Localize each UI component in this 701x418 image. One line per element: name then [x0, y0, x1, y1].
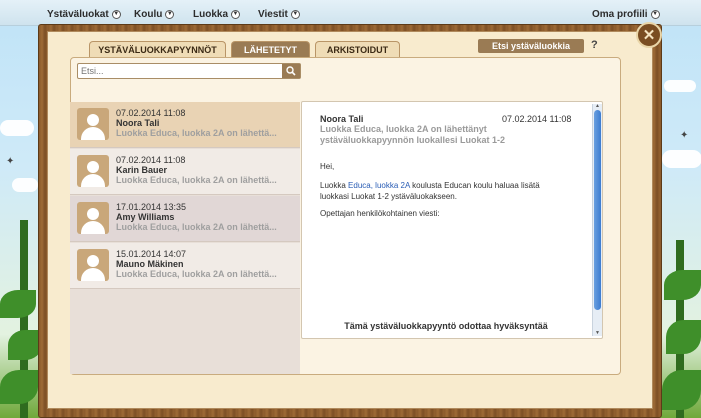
chevron-down-icon: ▼	[231, 9, 241, 19]
leaf	[664, 270, 701, 300]
search-box	[77, 63, 301, 79]
cloud	[664, 80, 696, 92]
message-preview: Luokka Educa, luokka 2A on lähettä...	[116, 269, 277, 279]
message-date: 17.01.2014 13:35	[116, 202, 187, 212]
avatar	[77, 155, 109, 187]
nav-label: Luokka	[193, 8, 229, 20]
nav-messages[interactable]: Viestit ▼	[258, 7, 300, 21]
search-input[interactable]	[81, 65, 281, 77]
tab-requests[interactable]: YSTÄVÄLUOKKAPYYNNÖT	[89, 41, 226, 57]
tab-label: YSTÄVÄLUOKKAPYYNNÖT	[98, 44, 217, 55]
nav-label: Koulu	[134, 8, 163, 20]
search-button[interactable]	[282, 64, 300, 78]
detail-scrollbar[interactable]: ▲ ▼	[592, 104, 602, 336]
close-button[interactable]: ✕	[636, 22, 662, 48]
nav-label: Oma profiili	[592, 8, 648, 20]
leaf	[0, 370, 38, 404]
avatar	[77, 249, 109, 281]
help-icon[interactable]: ?	[591, 39, 603, 53]
chevron-down-icon: ▼	[650, 9, 660, 19]
detail-sender: Noora Tali	[320, 114, 364, 124]
detail-status: Tämä ystäväluokkapyyntö odottaa hyväksyn…	[344, 321, 548, 331]
detail-personal-label: Opettajan henkilökohtainen viesti:	[320, 209, 440, 218]
tab-label: ARKISTOIDUT	[326, 44, 389, 55]
message-date: 07.02.2014 11:08	[116, 155, 186, 165]
leaf	[662, 370, 701, 410]
avatar	[77, 202, 109, 234]
avatar	[77, 108, 109, 140]
tab-sent[interactable]: LÄHETETYT	[231, 41, 310, 57]
butterfly-icon: ✦	[680, 130, 689, 141]
message-list: 07.02.2014 11:08 Noora Tali Luokka Educa…	[70, 102, 300, 374]
nav-class[interactable]: Luokka ▼	[193, 7, 241, 21]
class-link[interactable]: Educa, luokka 2A	[348, 181, 410, 190]
leaf	[0, 290, 36, 318]
leaf	[8, 330, 42, 360]
message-preview: Luokka Educa, luokka 2A on lähettä...	[116, 175, 277, 185]
top-navigation-bar: Ystäväluokat ▼ Koulu ▼ Luokka ▼ Viestit …	[0, 0, 701, 26]
message-sender: Karin Bauer	[116, 165, 168, 175]
tab-label: LÄHETETYT	[244, 44, 297, 55]
close-icon: ✕	[642, 27, 656, 44]
nav-school[interactable]: Koulu ▼	[134, 7, 175, 21]
list-item[interactable]: 07.02.2014 11:08 Karin Bauer Luokka Educ…	[70, 149, 300, 195]
list-item[interactable]: 07.02.2014 11:08 Noora Tali Luokka Educa…	[70, 102, 300, 148]
message-sender: Mauno Mäkinen	[116, 259, 184, 269]
cloud	[662, 150, 701, 168]
cloud	[12, 178, 38, 192]
list-item[interactable]: 15.01.2014 14:07 Mauno Mäkinen Luokka Ed…	[70, 243, 300, 289]
find-friend-classes-button[interactable]: Etsi ystäväluokkia	[478, 39, 584, 53]
detail-greeting: Hei,	[320, 162, 335, 171]
nav-label: Ystäväluokat	[47, 8, 109, 20]
message-detail: Noora Tali 07.02.2014 11:08 Luokka Educa…	[301, 101, 603, 339]
chevron-down-icon: ▼	[165, 9, 175, 19]
cloud	[0, 120, 34, 136]
message-date: 07.02.2014 11:08	[116, 108, 186, 118]
scroll-thumb[interactable]	[594, 110, 601, 310]
nav-profile[interactable]: Oma profiili ▼	[592, 7, 660, 21]
detail-body: Luokka Educa, luokka 2A koulusta Educan …	[320, 180, 570, 202]
nav-friend-classes[interactable]: Ystäväluokat ▼	[47, 7, 121, 21]
detail-date: 07.02.2014 11:08	[502, 114, 572, 124]
leaf	[666, 320, 701, 354]
message-preview: Luokka Educa, luokka 2A on lähettä...	[116, 222, 277, 232]
message-date: 15.01.2014 14:07	[116, 249, 187, 259]
tab-archived[interactable]: ARKISTOIDUT	[315, 41, 400, 57]
find-friend-classes-label: Etsi ystäväluokkia	[491, 41, 571, 51]
nav-label: Viestit	[258, 8, 288, 20]
scroll-up-icon[interactable]: ▲	[594, 104, 601, 109]
list-item[interactable]: 17.01.2014 13:35 Amy Williams Luokka Edu…	[70, 196, 300, 242]
butterfly-icon: ✦	[6, 156, 15, 167]
detail-subject: Luokka Educa, luokka 2A on lähettänyt ys…	[320, 124, 506, 145]
scroll-down-icon[interactable]: ▼	[594, 331, 601, 336]
message-preview: Luokka Educa, luokka 2A on lähettä...	[116, 128, 277, 138]
message-sender: Amy Williams	[116, 212, 175, 222]
search-icon	[286, 66, 296, 76]
chevron-down-icon: ▼	[111, 9, 121, 19]
body-prefix: Luokka	[320, 181, 349, 190]
chevron-down-icon: ▼	[290, 9, 300, 19]
message-sender: Noora Tali	[116, 118, 160, 128]
